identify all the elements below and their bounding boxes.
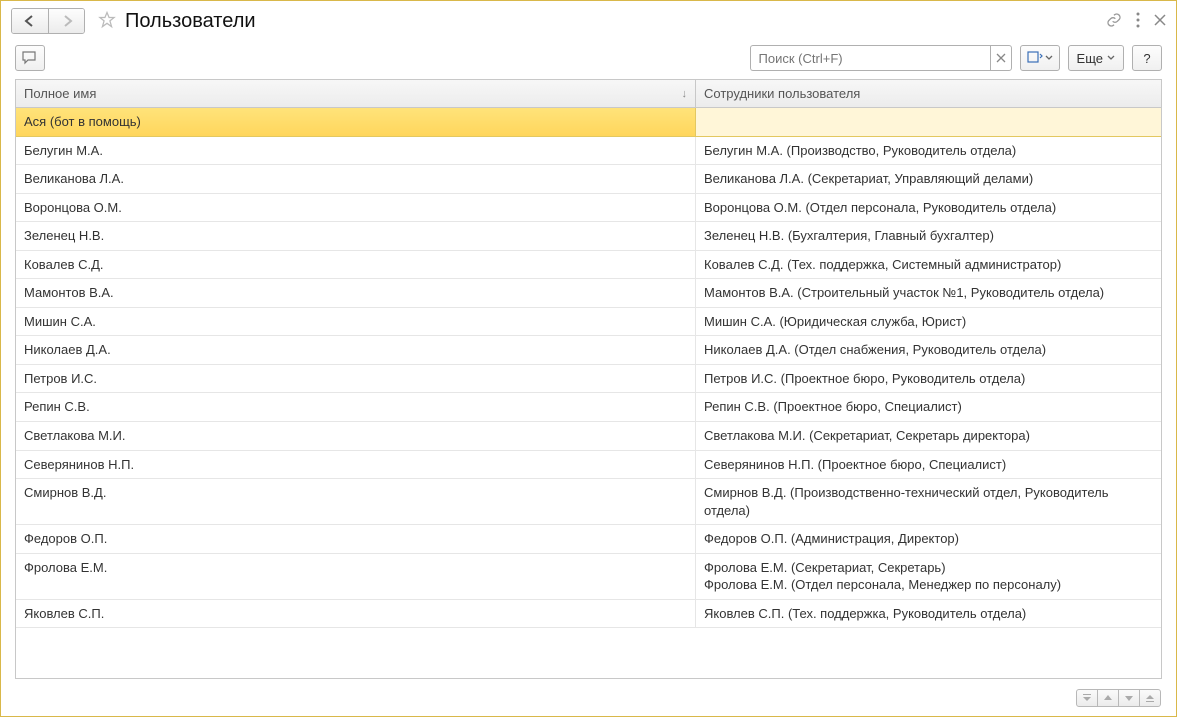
table-row[interactable]: Федоров О.П.Федоров О.П. (Администрация,…: [16, 525, 1161, 554]
cell-name: Северянинов Н.П.: [16, 451, 696, 479]
cell-name: Белугин М.А.: [16, 137, 696, 165]
help-label: ?: [1143, 51, 1150, 66]
cell-employees: Мамонтов В.А. (Строительный участок №1, …: [696, 279, 1161, 307]
cell-employees: Светлакова М.И. (Секретариат, Секретарь …: [696, 422, 1161, 450]
cell-name: Воронцова О.М.: [16, 194, 696, 222]
cell-employees: Северянинов Н.П. (Проектное бюро, Специа…: [696, 451, 1161, 479]
cell-name: Яковлев С.П.: [16, 600, 696, 628]
cell-employees: Федоров О.П. (Администрация, Директор): [696, 525, 1161, 553]
nav-down-button[interactable]: [1118, 689, 1140, 707]
cell-employees: Яковлев С.П. (Тех. поддержка, Руководите…: [696, 600, 1161, 628]
cell-employees: Великанова Л.А. (Секретариат, Управляющи…: [696, 165, 1161, 193]
cell-employees: Фролова Е.М. (Секретариат, Секретарь) Фр…: [696, 554, 1161, 599]
nav-up-button[interactable]: [1097, 689, 1119, 707]
more-button[interactable]: Еще: [1068, 45, 1124, 71]
table-row[interactable]: Северянинов Н.П.Северянинов Н.П. (Проект…: [16, 451, 1161, 480]
cell-name: Великанова Л.А.: [16, 165, 696, 193]
table-row[interactable]: Смирнов В.Д.Смирнов В.Д. (Производственн…: [16, 479, 1161, 525]
cell-employees: [696, 108, 1161, 136]
forward-button[interactable]: [48, 9, 84, 33]
cell-name: Ася (бот в помощь): [16, 108, 696, 136]
nav-buttons: [11, 8, 85, 34]
column-header-employees-label: Сотрудники пользователя: [704, 86, 860, 101]
table-row[interactable]: Мамонтов В.А.Мамонтов В.А. (Строительный…: [16, 279, 1161, 308]
cell-employees: Смирнов В.Д. (Производственно-технически…: [696, 479, 1161, 524]
table-row[interactable]: Светлакова М.И.Светлакова М.И. (Секретар…: [16, 422, 1161, 451]
nav-first-button[interactable]: [1076, 689, 1098, 707]
table-row[interactable]: Белугин М.А.Белугин М.А. (Производство, …: [16, 137, 1161, 166]
nav-last-button[interactable]: [1139, 689, 1161, 707]
cell-name: Федоров О.П.: [16, 525, 696, 553]
cell-name: Зеленец Н.В.: [16, 222, 696, 250]
table-row[interactable]: Мишин С.А.Мишин С.А. (Юридическая служба…: [16, 308, 1161, 337]
help-button[interactable]: ?: [1132, 45, 1162, 71]
kebab-menu-icon[interactable]: [1136, 12, 1140, 31]
back-button[interactable]: [12, 9, 48, 33]
table-row[interactable]: Воронцова О.М.Воронцова О.М. (Отдел перс…: [16, 194, 1161, 223]
cell-employees: Ковалев С.Д. (Тех. поддержка, Системный …: [696, 251, 1161, 279]
link-icon[interactable]: [1106, 12, 1122, 31]
cell-employees: Репин С.В. (Проектное бюро, Специалист): [696, 393, 1161, 421]
cell-employees: Зеленец Н.В. (Бухгалтерия, Главный бухга…: [696, 222, 1161, 250]
settings-button[interactable]: [1020, 45, 1060, 71]
toolbar: Еще ?: [1, 41, 1176, 79]
cell-employees: Петров И.С. (Проектное бюро, Руководител…: [696, 365, 1161, 393]
sort-asc-icon: ↓: [682, 88, 688, 100]
cell-name: Фролова Е.М.: [16, 554, 696, 599]
row-navigator: [1077, 689, 1161, 707]
cell-employees: Николаев Д.А. (Отдел снабжения, Руководи…: [696, 336, 1161, 364]
table-row[interactable]: Фролова Е.М.Фролова Е.М. (Секретариат, С…: [16, 554, 1161, 600]
table-row[interactable]: Великанова Л.А.Великанова Л.А. (Секретар…: [16, 165, 1161, 194]
table-row[interactable]: Николаев Д.А.Николаев Д.А. (Отдел снабже…: [16, 336, 1161, 365]
cell-name: Репин С.В.: [16, 393, 696, 421]
table-row[interactable]: Репин С.В.Репин С.В. (Проектное бюро, Сп…: [16, 393, 1161, 422]
table-row[interactable]: Ася (бот в помощь): [16, 108, 1161, 137]
more-label: Еще: [1077, 51, 1103, 66]
table-body: Ася (бот в помощь)Белугин М.А.Белугин М.…: [16, 108, 1161, 678]
column-header-name-label: Полное имя: [24, 86, 96, 101]
cell-name: Николаев Д.А.: [16, 336, 696, 364]
search-clear-button[interactable]: [990, 45, 1012, 71]
users-table: Полное имя ↓ Сотрудники пользователя Ася…: [15, 79, 1162, 679]
titlebar: Пользователи: [1, 1, 1176, 41]
table-row[interactable]: Ковалев С.Д.Ковалев С.Д. (Тех. поддержка…: [16, 251, 1161, 280]
cell-name: Мишин С.А.: [16, 308, 696, 336]
table-row[interactable]: Зеленец Н.В.Зеленец Н.В. (Бухгалтерия, Г…: [16, 222, 1161, 251]
cell-employees: Мишин С.А. (Юридическая служба, Юрист): [696, 308, 1161, 336]
column-header-name[interactable]: Полное имя ↓: [16, 80, 696, 107]
close-icon[interactable]: [1154, 14, 1166, 29]
table-header: Полное имя ↓ Сотрудники пользователя: [16, 80, 1161, 108]
table-row[interactable]: Яковлев С.П.Яковлев С.П. (Тех. поддержка…: [16, 600, 1161, 629]
search-input[interactable]: [750, 45, 990, 71]
favorite-icon[interactable]: [97, 10, 117, 33]
table-row[interactable]: Петров И.С.Петров И.С. (Проектное бюро, …: [16, 365, 1161, 394]
cell-name: Петров И.С.: [16, 365, 696, 393]
cell-name: Ковалев С.Д.: [16, 251, 696, 279]
column-header-employees[interactable]: Сотрудники пользователя: [696, 80, 1161, 107]
chat-button[interactable]: [15, 45, 45, 71]
cell-name: Мамонтов В.А.: [16, 279, 696, 307]
cell-employees: Белугин М.А. (Производство, Руководитель…: [696, 137, 1161, 165]
cell-name: Светлакова М.И.: [16, 422, 696, 450]
cell-name: Смирнов В.Д.: [16, 479, 696, 524]
cell-employees: Воронцова О.М. (Отдел персонала, Руковод…: [696, 194, 1161, 222]
page-title: Пользователи: [125, 10, 256, 33]
